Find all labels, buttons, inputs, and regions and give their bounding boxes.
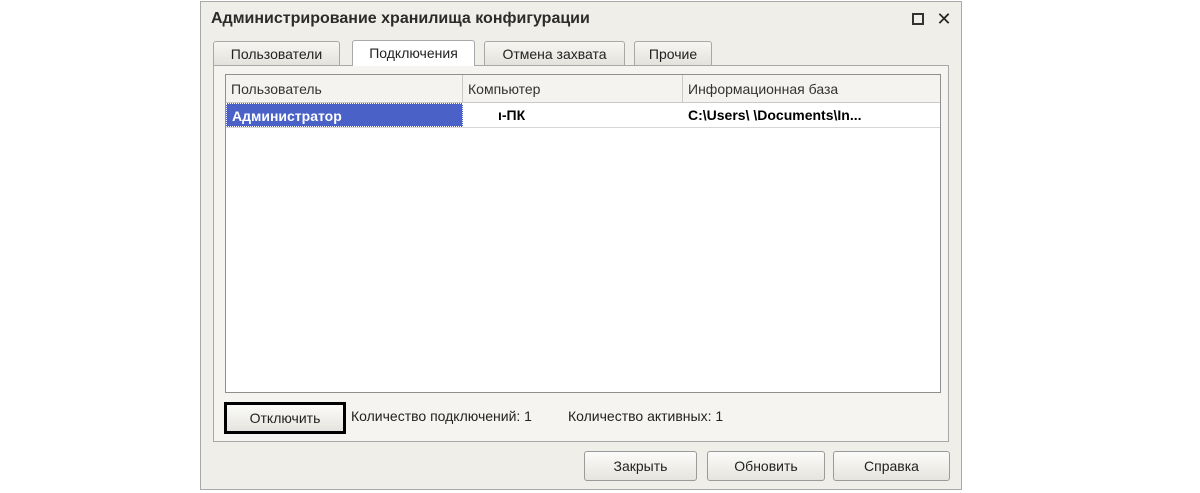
tab-connections[interactable]: Подключения — [352, 40, 475, 66]
column-header-infobase[interactable]: Информационная база — [683, 75, 941, 102]
config-storage-admin-window: Администрирование хранилища конфигурации… — [200, 1, 962, 490]
column-header-user[interactable]: Пользователь — [226, 75, 463, 102]
connections-panel: Пользователь Компьютер Информационная ба… — [213, 65, 949, 442]
maximize-icon[interactable] — [908, 9, 928, 29]
help-button[interactable]: Справка — [833, 451, 950, 481]
cell-user[interactable]: Администратор — [226, 103, 463, 127]
cell-infobase[interactable]: C:\Users\ \Documents\In... — [683, 103, 941, 127]
disconnect-button[interactable]: Отключить — [224, 402, 346, 434]
connections-table[interactable]: Пользователь Компьютер Информационная ба… — [225, 74, 941, 393]
close-button[interactable]: Закрыть — [584, 451, 697, 481]
cell-computer[interactable]: ı-ПК — [463, 103, 683, 127]
column-header-computer[interactable]: Компьютер — [463, 75, 683, 102]
active-count-label: Количество активных: 1 — [568, 408, 724, 424]
tab-cancel-capture[interactable]: Отмена захвата — [484, 41, 625, 65]
title-bar: Администрирование хранилища конфигурации… — [201, 2, 961, 35]
table-row[interactable]: Администратор ı-ПК C:\Users\ \Documents\… — [226, 103, 940, 128]
window-title: Администрирование хранилища конфигурации — [211, 10, 590, 27]
tab-users[interactable]: Пользователи — [213, 41, 340, 65]
table-header: Пользователь Компьютер Информационная ба… — [226, 75, 940, 103]
tab-other[interactable]: Прочие — [634, 41, 712, 65]
refresh-button[interactable]: Обновить — [707, 451, 825, 481]
close-icon[interactable]: ✕ — [934, 9, 954, 29]
connections-count-label: Количество подключений: 1 — [351, 408, 532, 424]
